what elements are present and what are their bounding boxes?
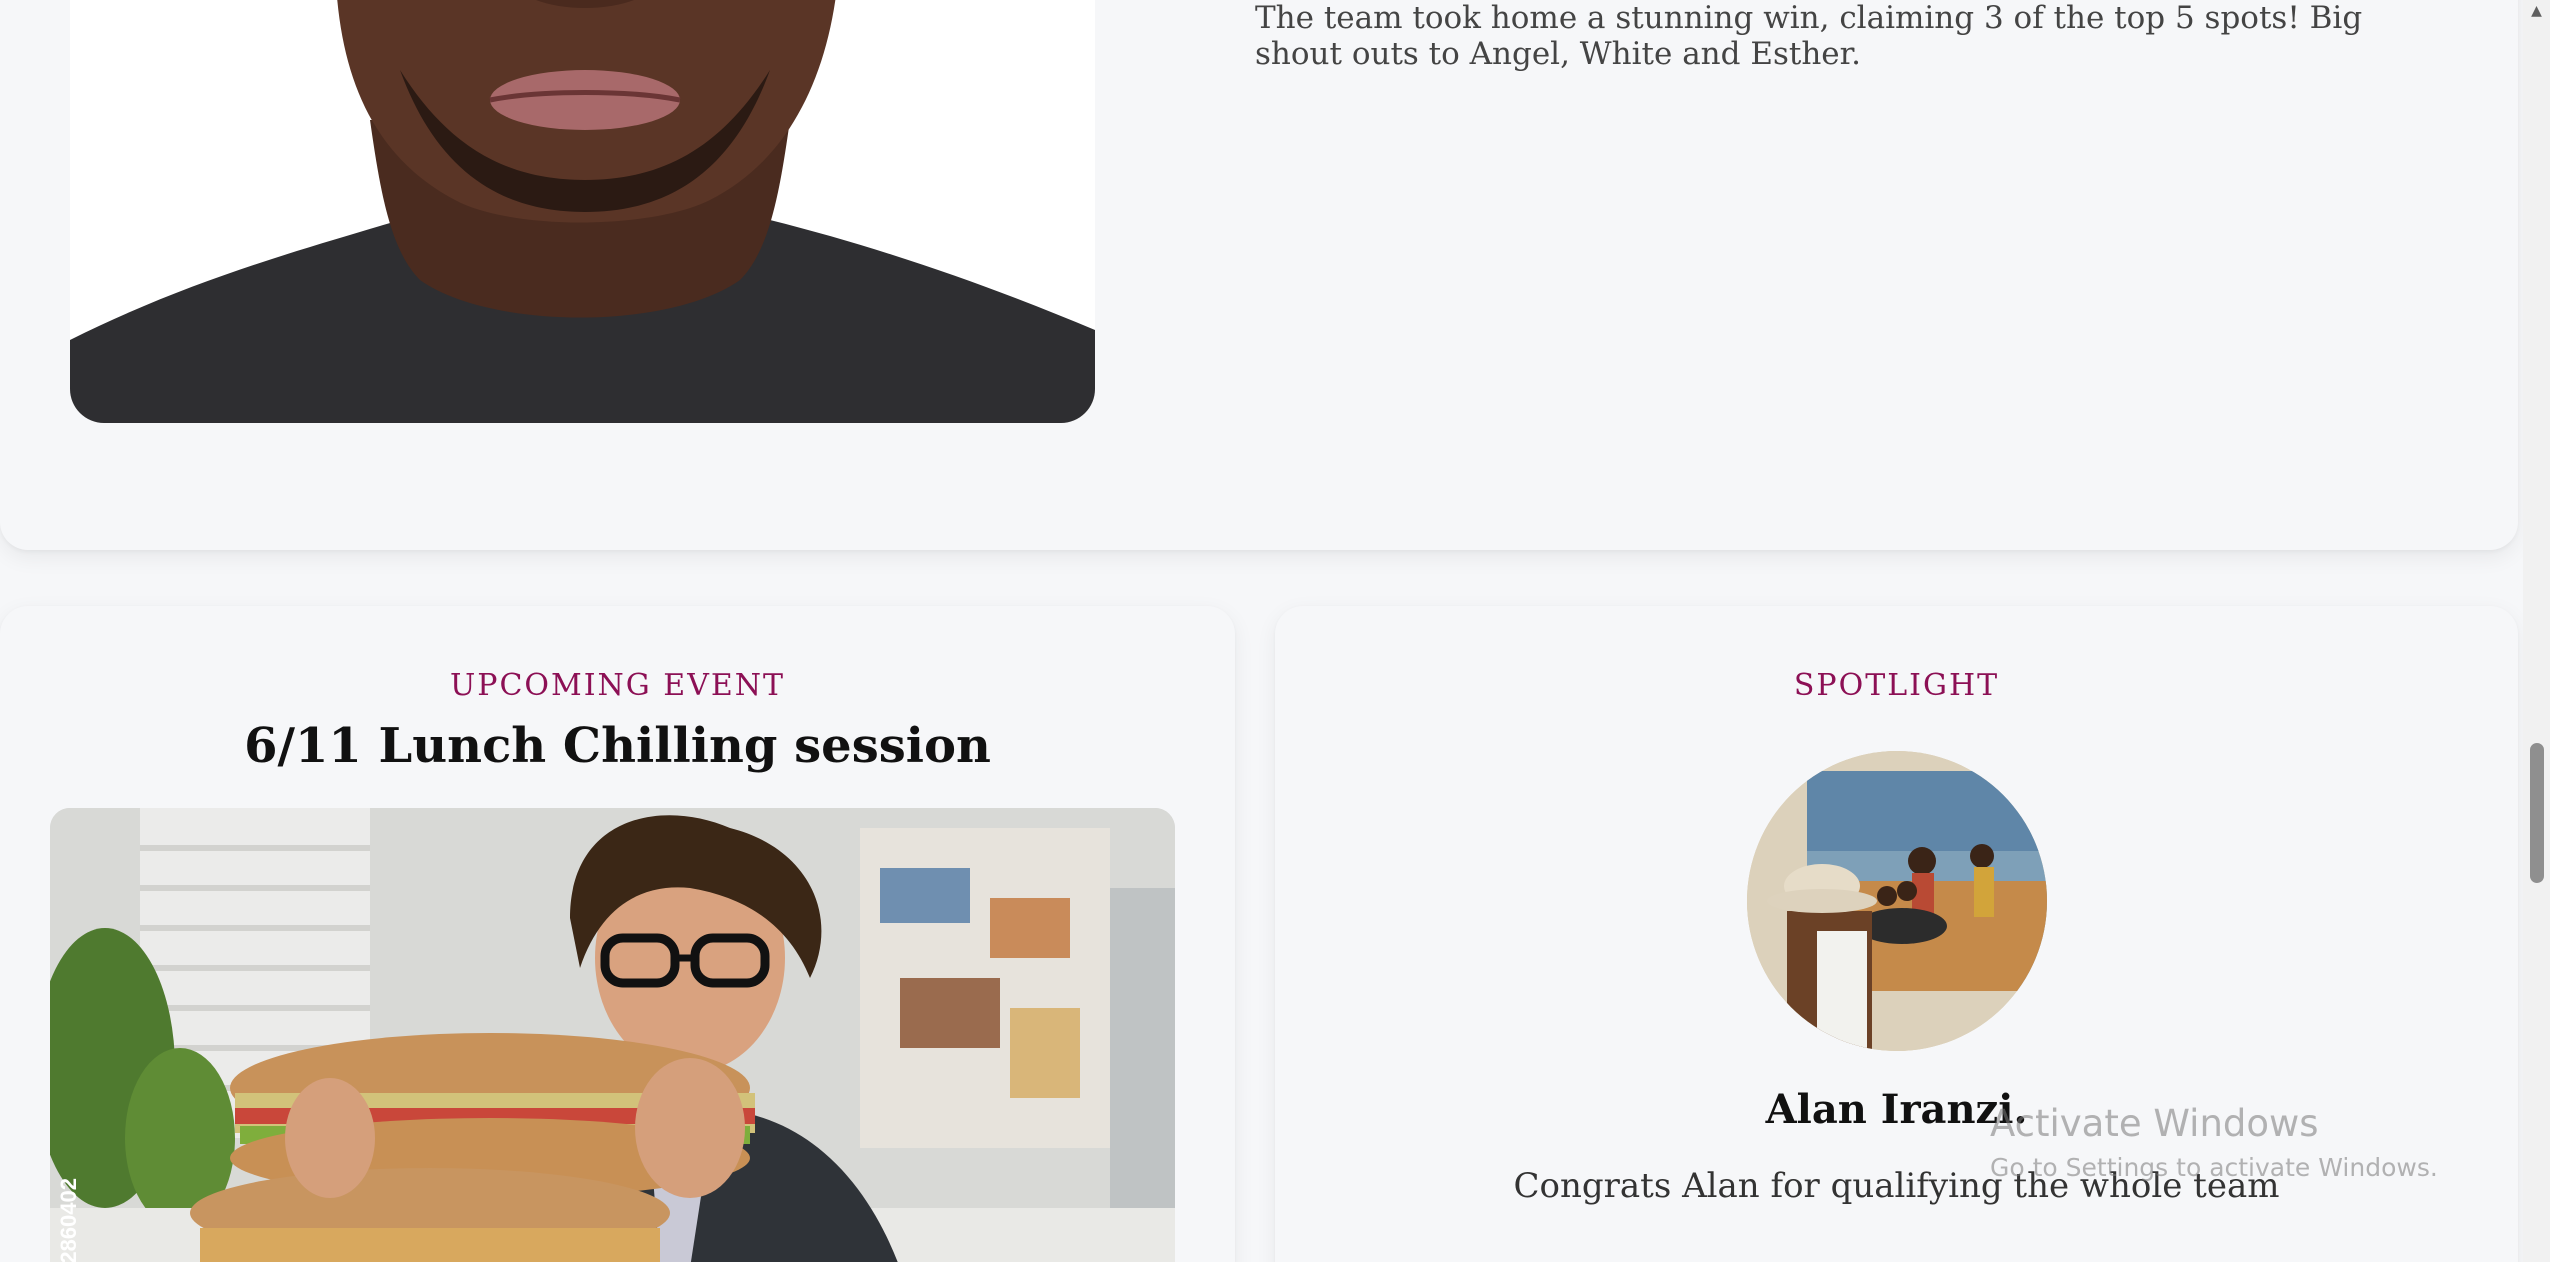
activate-windows-subtitle: Go to Settings to activate Windows. xyxy=(1990,1153,2438,1182)
event-image: 2860402 xyxy=(50,808,1175,1262)
event-title: 6/11 Lunch Chilling session xyxy=(244,718,991,774)
vertical-scrollbar[interactable]: ▲ xyxy=(2523,0,2550,1262)
upcoming-event-card: UPCOMING EVENT 6/11 Lunch Chilling sessi… xyxy=(0,606,1235,1262)
story-card: The team took home a stunning win, claim… xyxy=(0,0,2518,550)
story-body: The team took home a stunning win, claim… xyxy=(1255,0,2363,72)
spotlight-eyebrow: SPOTLIGHT xyxy=(1793,668,2000,703)
scroll-thumb[interactable] xyxy=(2530,743,2544,883)
avatar xyxy=(1747,751,2047,1051)
activate-windows-watermark: Activate Windows Go to Settings to activ… xyxy=(1990,1102,2438,1182)
event-eyebrow: UPCOMING EVENT xyxy=(449,668,786,703)
stock-id-label: 2860402 xyxy=(56,1178,81,1262)
chevron-up-icon[interactable]: ▲ xyxy=(2523,0,2550,22)
story-portrait-image xyxy=(70,0,1095,423)
page: The team took home a stunning win, claim… xyxy=(0,0,2550,1262)
activate-windows-title: Activate Windows xyxy=(1990,1102,2319,1145)
